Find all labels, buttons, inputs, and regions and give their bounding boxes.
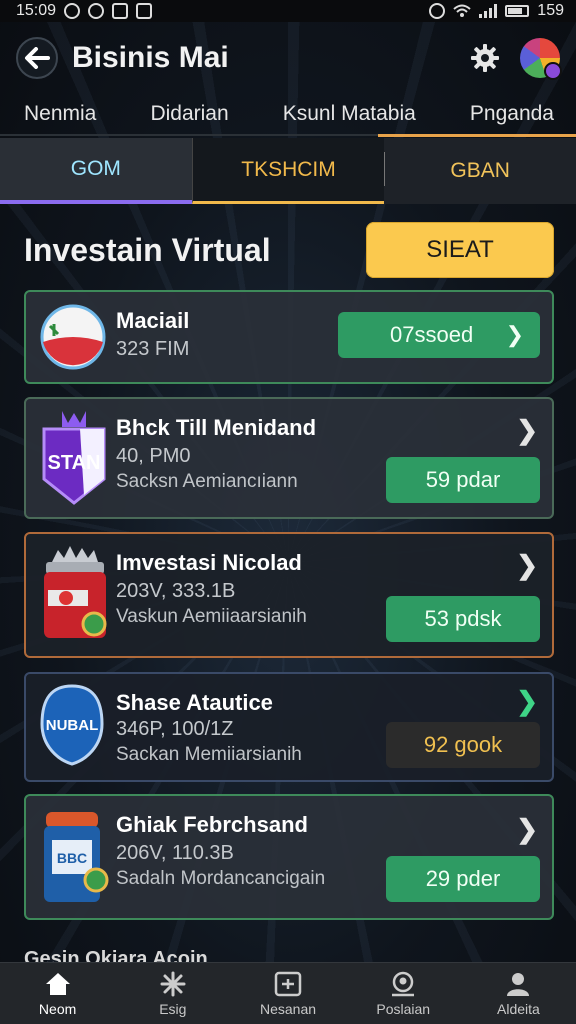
card-subtitle: 40, PM0: [116, 445, 191, 467]
chevron-right-icon[interactable]: ❯: [516, 686, 538, 717]
tab-gom[interactable]: GOM: [0, 138, 192, 204]
alarm-icon: [429, 3, 446, 19]
nav-item-1[interactable]: Nenmia: [24, 102, 96, 126]
nav-item-2[interactable]: Didarian: [150, 102, 228, 126]
notification-chat-icon: [88, 3, 105, 19]
section-title: Investain Virtual: [24, 231, 271, 268]
shield-logo-icon: STAN: [42, 411, 106, 505]
user-badge-icon: [392, 971, 415, 996]
card-description: Sadaln Mordancancigain: [116, 868, 326, 889]
card-value-button[interactable]: 53 pdsk: [386, 596, 540, 642]
tab-tkshcim[interactable]: TKSHCIM: [191, 138, 385, 204]
wifi-icon: [453, 4, 471, 17]
card-title: Maciail: [116, 308, 190, 333]
start-button[interactable]: SIEAT: [366, 222, 554, 278]
tab-divider: [384, 152, 386, 186]
nav-item-4[interactable]: Pnganda: [470, 102, 554, 126]
tab-gban[interactable]: GBAN: [384, 138, 576, 204]
card-description: Sackan Memiiarsianih: [116, 744, 302, 765]
card-logo-text: STAN: [48, 452, 101, 474]
arrow-left-icon: [25, 47, 50, 69]
bottom-nav-label: Aldeita: [497, 1000, 540, 1017]
bottom-nav-label: Neom: [38, 1000, 77, 1017]
card-value-button[interactable]: 59 pdar: [386, 457, 540, 503]
card-subtitle: 203V, 333.1B: [116, 580, 236, 602]
jar-logo-icon: [44, 546, 107, 638]
card-subtitle: 346P, 100/1Z: [116, 718, 234, 740]
star-burst-icon: [160, 971, 186, 996]
card-title: Shase Atautice: [116, 690, 273, 715]
card-title: Imvestasi Nicolad: [116, 550, 302, 575]
card-value-button[interactable]: 92 gook: [386, 722, 540, 768]
bottom-nav-home[interactable]: Neom: [0, 963, 115, 1024]
tab-label: GOM: [70, 157, 121, 180]
bottom-nav-esig[interactable]: Esig: [115, 963, 230, 1024]
profile-icon: [507, 972, 530, 996]
card-description: Sacksn Aemiancıiann: [116, 471, 298, 492]
top-nav: Nenmia Didarian Ksunl Matabia Pnganda: [0, 94, 576, 136]
shield-logo-icon: NUBAL: [40, 684, 104, 766]
page-title: Bisinis Mai: [72, 41, 229, 74]
flag-badge-icon: [40, 304, 106, 370]
notification-image-icon: [112, 3, 129, 19]
avatar[interactable]: [520, 38, 562, 80]
next-section-title: Gesin Okiara Acoin: [24, 948, 208, 962]
bottom-nav-label: Nesanan: [259, 1000, 317, 1017]
tab-label: GBAN: [450, 159, 510, 182]
notification-mail-icon: [136, 3, 153, 19]
chevron-right-icon[interactable]: ❯: [516, 415, 538, 446]
card-logo-text: NUBAL: [46, 717, 99, 734]
card-subtitle: 323 FIM: [116, 338, 190, 360]
bottom-nav-poslaian[interactable]: Poslaian: [346, 963, 461, 1024]
app-header: Bisinis Mai: [0, 22, 576, 94]
gear-icon[interactable]: [470, 43, 500, 73]
nav-item-3[interactable]: Ksunl Matabia: [283, 102, 416, 126]
bottom-nav-label: Poslaian: [376, 1000, 431, 1017]
portfolio-icon: [274, 971, 302, 996]
investment-card[interactable]: Maciail 323 FIM 07ssoed ❯: [24, 290, 554, 384]
investment-card[interactable]: STAN Bhck Till Menidand 40, PM0 Sacksn A…: [24, 397, 554, 519]
bottom-nav-aldeita[interactable]: Aldeita: [461, 963, 576, 1024]
card-description: Vaskun Aemiiaarsianih: [116, 606, 307, 627]
home-icon: [45, 972, 70, 995]
card-value: 07ssoed: [390, 322, 474, 347]
bottom-nav: Neom Esig Nesanan Poslaian Aldeita: [0, 962, 576, 1024]
bottom-nav-label: Esig: [159, 1000, 187, 1017]
investment-card[interactable]: BBC Ghiak Febrchsand 206V, 110.3B Sadaln…: [24, 794, 554, 920]
can-logo-icon: BBC: [44, 812, 109, 902]
card-value-button[interactable]: 29 pder: [386, 856, 540, 902]
notification-a-icon: [64, 3, 81, 19]
card-value-button[interactable]: 07ssoed ❯: [338, 312, 540, 358]
signal-icon: [479, 4, 498, 18]
bottom-nav-nesanan[interactable]: Nesanan: [230, 963, 345, 1024]
chevron-right-icon[interactable]: ❯: [516, 550, 538, 581]
status-bar: 15:09 159: [0, 0, 576, 22]
battery-level: 159: [537, 2, 564, 19]
battery-icon: [505, 5, 530, 17]
segment-tabs: GOM TKSHCIM GBAN: [0, 138, 576, 204]
card-title: Ghiak Febrchsand: [116, 812, 308, 837]
card-logo-text: BBC: [57, 850, 87, 866]
card-title: Bhck Till Menidand: [116, 415, 317, 440]
chevron-right-icon: ❯: [505, 322, 524, 347]
status-time: 15:09: [16, 2, 57, 19]
card-subtitle: 206V, 110.3B: [116, 842, 234, 864]
section-header: Investain Virtual SIEAT: [24, 222, 554, 278]
investment-card[interactable]: Imvestasi Nicolad 203V, 333.1B Vaskun Ae…: [24, 532, 554, 658]
chevron-right-icon[interactable]: ❯: [516, 814, 538, 845]
tab-label: TKSHCIM: [241, 157, 336, 181]
investment-card[interactable]: NUBAL Shase Atautice 346P, 100/1Z Sackan…: [24, 672, 554, 782]
back-button[interactable]: [16, 37, 58, 79]
nav-active-indicator: [378, 134, 576, 137]
